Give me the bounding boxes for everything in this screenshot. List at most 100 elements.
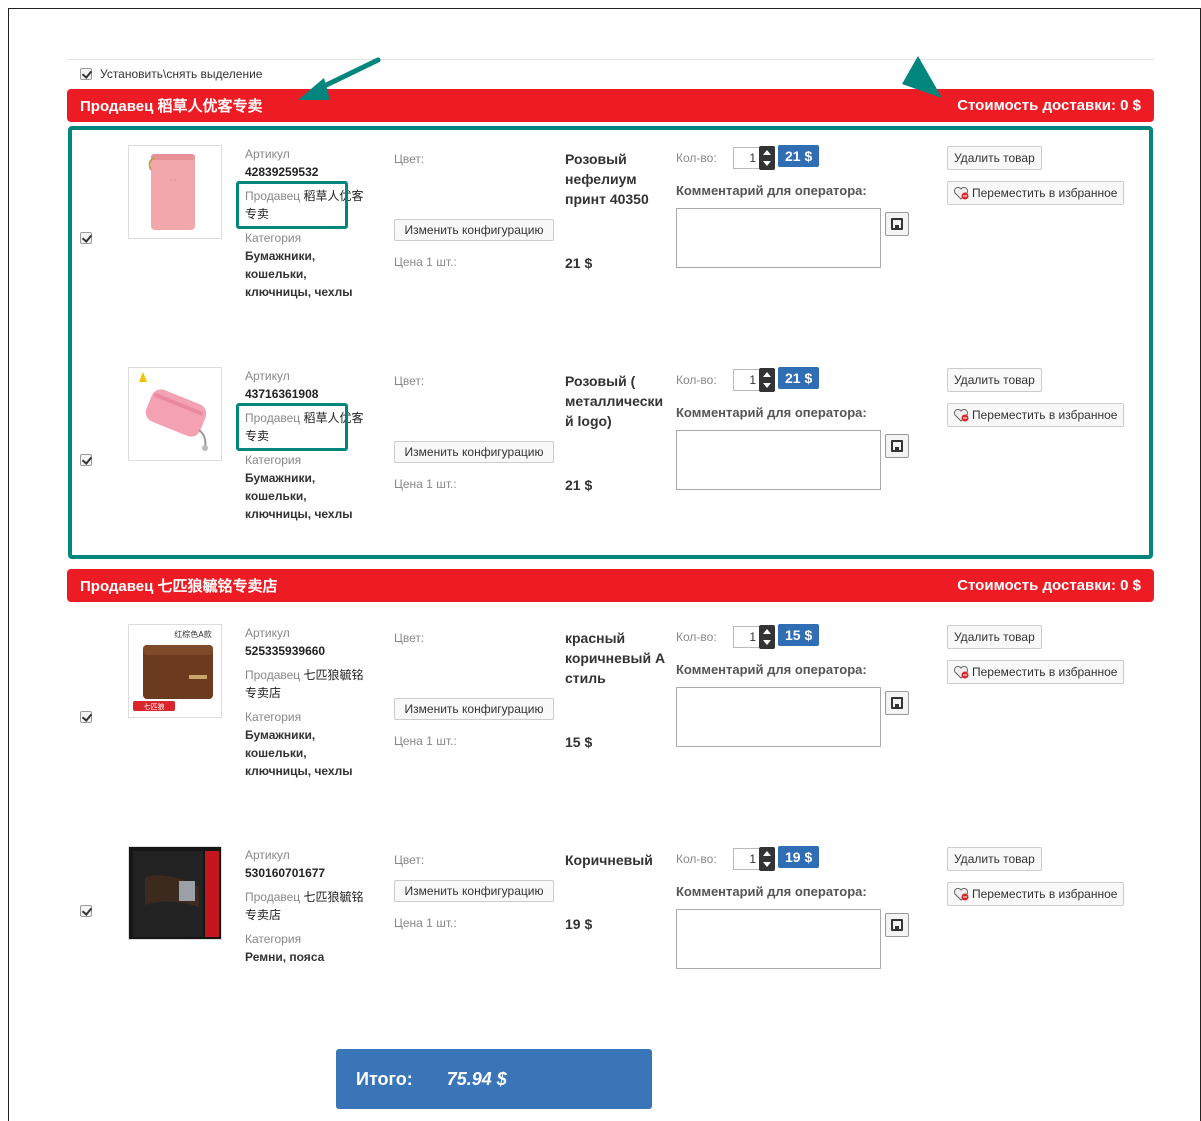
spinner-icon[interactable] xyxy=(759,146,775,170)
color-label: Цвет: xyxy=(394,853,425,867)
favorite-label: Переместить в избранное xyxy=(972,665,1118,679)
item-checkbox[interactable] xyxy=(80,454,92,466)
heart-icon xyxy=(953,888,969,901)
color-value: Розовый нефелиум принт 40350 xyxy=(565,151,649,207)
qty-label: Кол-во: xyxy=(676,630,717,644)
line-total-badge: 21 $ xyxy=(778,145,820,167)
change-config-button[interactable]: Изменить конфигурацию xyxy=(394,441,554,463)
price-value: 21 $ xyxy=(565,477,593,493)
seller-label: Продавец xyxy=(245,668,301,682)
color-label: Цвет: xyxy=(394,152,425,166)
save-icon[interactable] xyxy=(885,913,909,937)
item-checkbox[interactable] xyxy=(80,711,92,723)
product-image[interactable]: ~~ xyxy=(128,145,222,239)
qty-input[interactable]: 1 xyxy=(733,848,761,870)
select-all-label: Установить\снять выделение xyxy=(100,67,263,81)
price-value: 21 $ xyxy=(565,255,593,271)
comment-textarea[interactable] xyxy=(676,208,881,268)
item-meta: Артикул 530160701677 Продавец 七匹狼毓铭专卖店 К… xyxy=(245,846,365,966)
qty-label: Кол-во: xyxy=(676,852,717,866)
qty-input[interactable]: 1 xyxy=(733,369,761,391)
article-value: 525335939660 xyxy=(245,644,326,658)
category-value: Бумажники, кошельки, ключницы, чехлы xyxy=(245,471,353,521)
delete-item-button[interactable]: Удалить товар xyxy=(947,625,1042,649)
price-label: Цена 1 шт.: xyxy=(394,255,457,269)
move-to-favorites-button[interactable]: Переместить в избранное xyxy=(947,403,1125,427)
select-all-checkbox[interactable] xyxy=(80,68,92,80)
seller-header: Продавец 稻草人优客专卖 Стоимость доставки: 0 $ xyxy=(67,89,1154,122)
favorite-label: Переместить в избранное xyxy=(972,408,1118,422)
seller-highlight xyxy=(236,181,348,229)
save-icon[interactable] xyxy=(885,212,909,236)
select-all-toggle[interactable]: Установить\снять выделение xyxy=(80,67,262,81)
product-image[interactable] xyxy=(128,367,222,461)
heart-icon xyxy=(953,666,969,679)
comment-textarea[interactable] xyxy=(676,430,881,490)
seller-title: Продавец 七匹狼毓铭专卖店 xyxy=(80,578,278,595)
divider xyxy=(67,59,1154,60)
comment-textarea[interactable] xyxy=(676,909,881,969)
category-label: Категория xyxy=(245,710,302,724)
category-value: Бумажники, кошельки, ключницы, чехлы xyxy=(245,728,353,778)
delete-item-button[interactable]: Удалить товар xyxy=(947,847,1042,871)
change-config-button[interactable]: Изменить конфигурацию xyxy=(394,698,554,720)
color-label: Цвет: xyxy=(394,631,425,645)
spinner-icon[interactable] xyxy=(759,625,775,649)
heart-icon xyxy=(953,409,969,422)
heart-icon xyxy=(953,187,969,200)
svg-text:~~: ~~ xyxy=(169,178,177,184)
seller-header: Продавец 七匹狼毓铭专卖店 Стоимость доставки: 0 … xyxy=(67,569,1154,602)
change-config-button[interactable]: Изменить конфигурацию xyxy=(394,880,554,902)
save-icon[interactable] xyxy=(885,434,909,458)
line-total-badge: 15 $ xyxy=(778,624,820,646)
article-label: Артикул xyxy=(245,848,290,862)
article-label: Артикул xyxy=(245,147,290,161)
seller-highlight xyxy=(236,403,348,451)
comment-label: Комментарий для оператора: xyxy=(676,662,867,677)
item-checkbox[interactable] xyxy=(80,232,92,244)
item-meta: Артикул 525335939660 Продавец 七匹狼毓铭专卖店 К… xyxy=(245,624,365,780)
item-seller: Продавец 七匹狼毓铭专卖店 xyxy=(245,888,365,924)
product-image[interactable]: 红棕色A款 七匹狼 xyxy=(128,624,222,718)
category-value: Ремни, пояса xyxy=(245,950,325,964)
category-label: Категория xyxy=(245,231,302,245)
move-to-favorites-button[interactable]: Переместить в избранное xyxy=(947,181,1125,205)
spinner-icon[interactable] xyxy=(759,847,775,871)
article-value: 42839259532 xyxy=(245,165,319,179)
color-label: Цвет: xyxy=(394,374,425,388)
qty-label: Кол-во: xyxy=(676,151,717,165)
comment-textarea[interactable] xyxy=(676,687,881,747)
total-panel: Итого: 75.94 $ xyxy=(336,1049,652,1109)
delete-item-button[interactable]: Удалить товар xyxy=(947,146,1042,170)
category-label: Категория xyxy=(245,453,302,467)
price-label: Цена 1 шт.: xyxy=(394,916,457,930)
shipping-cost: Стоимость доставки: 0 $ xyxy=(957,97,1141,114)
annotation-arrow-right xyxy=(902,56,942,98)
line-total-badge: 21 $ xyxy=(778,367,820,389)
price-value: 15 $ xyxy=(565,734,593,750)
product-image[interactable] xyxy=(128,846,222,940)
qty-input[interactable]: 1 xyxy=(733,626,761,648)
move-to-favorites-button[interactable]: Переместить в избранное xyxy=(947,660,1125,684)
color-value: Розовый ( металлически й logo) xyxy=(565,373,664,429)
qty-input[interactable]: 1 xyxy=(733,147,761,169)
seller-label: Продавец xyxy=(245,890,301,904)
article-label: Артикул xyxy=(245,626,290,640)
category-label: Категория xyxy=(245,932,302,946)
color-value: Коричневый xyxy=(565,852,653,868)
move-to-favorites-button[interactable]: Переместить в избранное xyxy=(947,882,1125,906)
total-amount: 75.94 $ xyxy=(446,1068,507,1089)
item-checkbox[interactable] xyxy=(80,905,92,917)
change-config-button[interactable]: Изменить конфигурацию xyxy=(394,219,554,241)
article-label: Артикул xyxy=(245,369,290,383)
svg-text:红棕色A款: 红棕色A款 xyxy=(174,629,211,639)
comment-label: Комментарий для оператора: xyxy=(676,884,867,899)
save-icon[interactable] xyxy=(885,691,909,715)
delete-item-button[interactable]: Удалить товар xyxy=(947,368,1042,392)
color-value: красный коричневый А стиль xyxy=(565,630,666,686)
seller-title: Продавец 稻草人优客专卖 xyxy=(80,98,263,115)
spinner-icon[interactable] xyxy=(759,368,775,392)
comment-label: Комментарий для оператора: xyxy=(676,405,867,420)
price-value: 19 $ xyxy=(565,916,593,932)
category-value: Бумажники, кошельки, ключницы, чехлы xyxy=(245,249,353,299)
